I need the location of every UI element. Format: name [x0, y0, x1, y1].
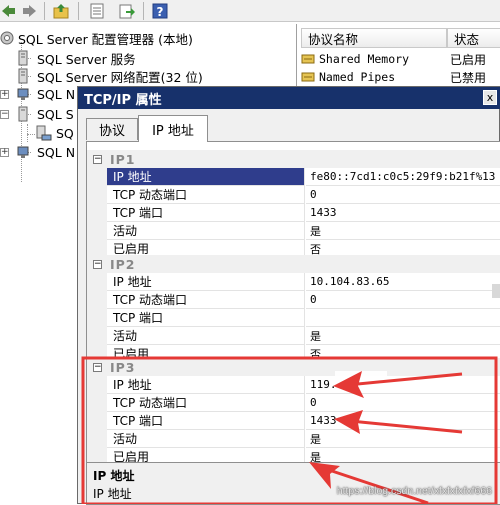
tree-item-label: SQL S	[37, 106, 74, 122]
property-row[interactable]: IP 地址 10.104.83.65	[87, 273, 500, 291]
up-folder-icon[interactable]	[52, 2, 70, 20]
property-row[interactable]: TCP 端口	[87, 309, 500, 327]
tree-item-label: SQL N	[37, 86, 76, 102]
property-value[interactable]	[306, 309, 500, 327]
tree-item-network[interactable]: SQL S	[17, 105, 74, 123]
property-name: 活动	[107, 327, 305, 345]
property-row[interactable]: IP 地址 119.	[87, 376, 500, 394]
property-value[interactable]: 是	[306, 430, 500, 448]
protocol-status: 已禁用	[450, 70, 487, 85]
tree-item-label: SQL N	[37, 144, 76, 160]
tree-item-services[interactable]: SQL Server 服务	[17, 49, 136, 67]
property-row[interactable]: 活动是	[87, 430, 500, 448]
property-grid: − IP1 IP 地址 fe80::7cd1:c0c5:29f9:b21f%13 TCP…	[86, 141, 500, 505]
property-row[interactable]: TCP 端口 1433	[87, 204, 500, 222]
property-name: TCP 端口	[107, 412, 305, 430]
property-group-label: IP2	[110, 256, 136, 272]
property-group-label: IP1	[110, 151, 136, 167]
network-config-icon	[18, 68, 28, 84]
property-name: TCP 端口	[107, 309, 305, 327]
collapse-icon[interactable]: −	[93, 154, 102, 164]
tree-item-label: SQ	[56, 125, 74, 141]
property-row[interactable]: TCP 动态端口 0	[87, 186, 500, 204]
tree-item-native-client[interactable]: SQL N	[17, 143, 75, 161]
property-row[interactable]: 活动是	[87, 327, 500, 345]
property-name: 活动	[107, 430, 305, 448]
watermark: https://blog.csdn.net/xfxfxfxfxf666	[336, 485, 492, 497]
close-icon[interactable]: x	[483, 90, 497, 105]
property-name: TCP 端口	[107, 204, 305, 222]
dialog-title: TCP/IP 属性	[78, 87, 500, 109]
property-row[interactable]: IP 地址 fe80::7cd1:c0c5:29f9:b21f%13	[87, 168, 500, 186]
property-name: TCP 动态端口	[107, 394, 305, 412]
property-group-label: IP3	[110, 359, 136, 375]
help-icon[interactable]: ?	[151, 2, 169, 20]
property-group-header[interactable]: − IP2	[87, 255, 500, 273]
list-item[interactable]: Shared Memory	[301, 50, 409, 68]
property-row[interactable]: 活动是	[87, 222, 500, 240]
export-icon[interactable]	[118, 2, 136, 20]
property-value[interactable]: 0	[306, 186, 500, 204]
property-value[interactable]: 1433	[306, 412, 500, 430]
expand-icon[interactable]: +	[0, 148, 9, 157]
protocol-icon	[36, 125, 52, 141]
toolbar: ?	[0, 0, 500, 22]
property-value[interactable]: fe80::7cd1:c0c5:29f9:b21f%13	[306, 168, 500, 186]
column-header-protocol-name[interactable]: 协议名称	[301, 28, 447, 48]
back-arrow-icon[interactable]	[0, 2, 18, 20]
protocol-status: 已启用	[450, 52, 487, 67]
property-value[interactable]: 1433	[306, 204, 500, 222]
property-name: IP 地址	[107, 168, 305, 186]
list-item[interactable]: Named Pipes	[301, 68, 395, 86]
tab-protocol[interactable]: 协议	[86, 118, 138, 140]
client-config-icon	[17, 146, 29, 158]
description-text: IP 地址	[93, 487, 132, 501]
tree-item-root[interactable]: SQL Server 配置管理器 (本地)	[0, 29, 193, 47]
property-value[interactable]: 是	[306, 222, 500, 240]
property-value[interactable]: 10.104.83.65	[306, 273, 500, 291]
tree-item-protocols[interactable]: SQ	[36, 124, 74, 142]
scrollbar[interactable]	[492, 284, 500, 298]
network-config-icon	[18, 106, 28, 122]
property-name: IP 地址	[107, 273, 305, 291]
property-name: TCP 动态端口	[107, 291, 305, 309]
description-panel: IP 地址 IP 地址	[87, 462, 500, 504]
property-value[interactable]: 119.	[306, 376, 500, 394]
expand-icon[interactable]: +	[0, 90, 9, 99]
tree-item-label: SQL Server 服务	[37, 51, 136, 67]
tab-ip-address[interactable]: IP 地址	[138, 115, 208, 142]
svg-text:?: ?	[157, 5, 164, 19]
properties-icon[interactable]	[88, 2, 106, 20]
collapse-icon[interactable]: −	[93, 259, 102, 269]
protocol-list: 协议名称 状态 Shared Memory 已启用 Named Pipes 已禁…	[296, 24, 500, 94]
protocol-icon	[301, 72, 315, 82]
property-row[interactable]: TCP 动态端口 0	[87, 291, 500, 309]
property-name: TCP 动态端口	[107, 186, 305, 204]
property-group-header[interactable]: − IP3	[87, 358, 500, 376]
property-value[interactable]: 0	[306, 394, 500, 412]
column-header-status[interactable]: 状态	[447, 28, 500, 48]
protocol-icon	[301, 54, 315, 64]
tree-item-native-client-32[interactable]: SQL N	[17, 85, 75, 103]
tree-item-label: SQL Server 网络配置(32 位)	[37, 69, 203, 85]
property-row[interactable]: TCP 动态端口 0	[87, 394, 500, 412]
server-service-icon	[18, 50, 28, 66]
property-name: 活动	[107, 222, 305, 240]
property-name: IP 地址	[107, 376, 305, 394]
forward-arrow-icon[interactable]	[20, 2, 38, 20]
collapse-icon[interactable]: −	[0, 110, 9, 119]
property-value[interactable]: 0	[306, 291, 500, 309]
description-title: IP 地址	[93, 469, 135, 483]
tcpip-properties-dialog: TCP/IP 属性 x 协议 IP 地址 − IP1 IP 地址 fe80::7cd1…	[77, 86, 500, 505]
protocol-name: Shared Memory	[319, 52, 410, 66]
tree-item-network-32[interactable]: SQL Server 网络配置(32 位)	[17, 67, 203, 85]
property-value[interactable]: 是	[306, 327, 500, 345]
client-config-icon	[17, 88, 29, 100]
collapse-icon[interactable]: −	[93, 362, 102, 372]
config-manager-icon	[0, 31, 14, 45]
protocol-name: Named Pipes	[319, 70, 396, 84]
tree-item-label: SQL Server 配置管理器 (本地)	[18, 31, 193, 47]
property-group-header[interactable]: − IP1	[87, 150, 500, 168]
property-row[interactable]: TCP 端口 1433	[87, 412, 500, 430]
